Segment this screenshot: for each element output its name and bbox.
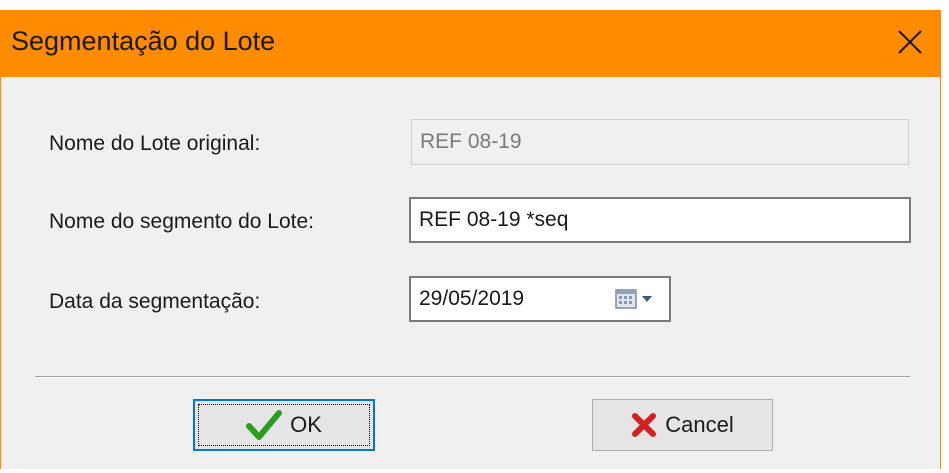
- cancel-button[interactable]: Cancel: [592, 399, 773, 451]
- segment-name-input[interactable]: REF 08-19 *seq: [409, 197, 911, 243]
- segment-name-value: REF 08-19 *seq: [419, 208, 569, 231]
- original-name-field: REF 08-19: [411, 119, 909, 165]
- ok-button-label: OK: [290, 412, 322, 437]
- divider: [35, 376, 910, 378]
- original-name-value: REF 08-19: [420, 130, 522, 153]
- segmentation-date-picker[interactable]: 29/05/2019: [409, 276, 671, 322]
- dialog-window: Segmentação do Lote Nome do Lote origina…: [0, 10, 941, 469]
- date-dropdown-button[interactable]: [615, 286, 663, 312]
- segment-name-label: Nome do segmento do Lote:: [49, 210, 315, 233]
- checkmark-icon: [246, 410, 283, 440]
- close-icon[interactable]: [892, 24, 928, 60]
- original-name-label: Nome do Lote original:: [49, 132, 261, 155]
- segmentation-date-value: 29/05/2019: [419, 287, 525, 310]
- window-title: Segmentação do Lote: [11, 26, 276, 56]
- ok-button[interactable]: OK: [193, 399, 375, 451]
- cancel-button-label: Cancel: [665, 412, 734, 437]
- x-icon: [632, 413, 657, 437]
- calendar-icon: [615, 289, 637, 309]
- chevron-down-icon: [642, 296, 652, 302]
- title-bar[interactable]: Segmentação do Lote: [1, 10, 940, 77]
- segmentation-date-label: Data da segmentação:: [49, 290, 261, 313]
